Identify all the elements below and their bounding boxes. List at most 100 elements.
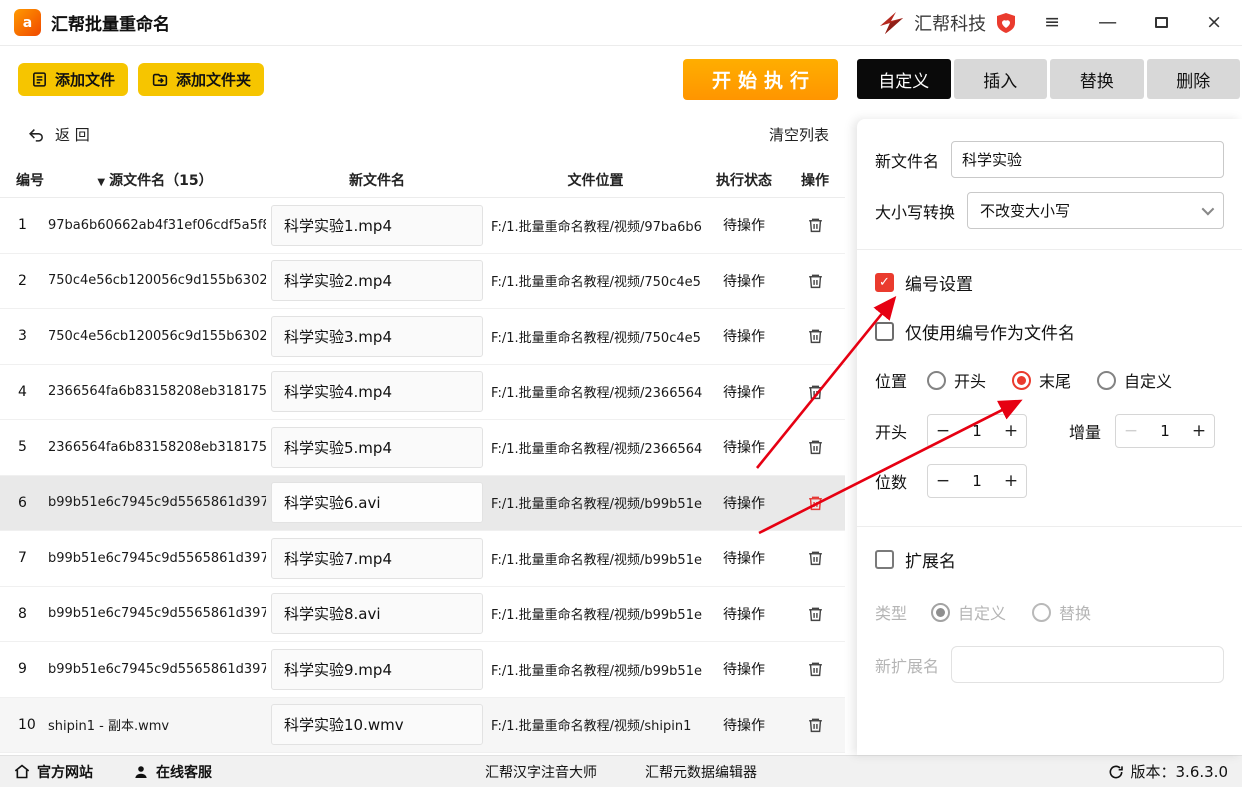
delete-row-button[interactable] (805, 715, 825, 735)
position-label: 位置 (875, 372, 908, 391)
file-location: F:/1.批量重命名教程/视频/2366564 (491, 441, 703, 457)
divider (857, 526, 1242, 527)
ext-type-option-custom[interactable]: 自定义 (931, 600, 1006, 624)
menu-icon[interactable]: ≡ (1044, 13, 1060, 32)
only-number-checkbox[interactable] (875, 322, 894, 341)
extension-checkbox[interactable] (875, 550, 894, 569)
file-location: F:/1.批量重命名教程/视频/b99b51e (491, 497, 702, 513)
increment-minus-button[interactable]: − (1116, 421, 1146, 441)
extension-label: 扩展名 (905, 552, 956, 572)
new-filename-input[interactable]: 科学实验7.mp4 (271, 537, 483, 579)
new-filename-input[interactable]: 科学实验3.mp4 (271, 315, 483, 357)
file-table-header: 编号 ▼ 源文件名（15） 新文件名 文件位置 执行状态 操作 (0, 162, 845, 198)
numbering-checkbox[interactable]: ✓ (875, 273, 894, 292)
table-row[interactable]: 9 b99b51e6c7945c9d5565861d397 科学实验9.mp4 … (0, 642, 845, 698)
table-row[interactable]: 10 shipin1 - 副本.wmv 科学实验10.wmv F:/1.批量重命… (0, 697, 845, 753)
delete-row-button[interactable] (805, 604, 825, 624)
table-row[interactable]: 5 2366564fa6b83158208eb318175 科学实验5.mp4 … (0, 420, 845, 476)
col-action: 操作 (801, 172, 829, 189)
start-plus-button[interactable]: + (996, 421, 1026, 441)
new-filename-input[interactable]: 科学实验8.avi (271, 593, 483, 635)
trash-icon (808, 607, 822, 621)
trash-icon (808, 662, 822, 677)
delete-row-button[interactable] (805, 271, 825, 291)
new-name-input[interactable] (951, 141, 1224, 178)
new-filename-input[interactable]: 科学实验10.wmv (271, 704, 483, 746)
trash-icon (808, 274, 822, 288)
table-row[interactable]: 1 97ba6b60662ab4f31ef06cdf5a5f8 科学实验1.mp… (0, 198, 845, 254)
back-arrow-icon (29, 128, 43, 142)
table-row[interactable]: 4 2366564fa6b83158208eb318175 科学实验4.mp4 … (0, 365, 845, 420)
file-location: F:/1.批量重命名教程/视频/b99b51e (491, 663, 702, 679)
trash-icon (808, 440, 822, 455)
position-option-custom[interactable]: 自定义 (1097, 368, 1172, 392)
table-row[interactable]: 8 b99b51e6c7945c9d5565861d397 科学实验8.avi … (0, 587, 845, 642)
online-service-link[interactable]: 在线客服 (133, 762, 212, 782)
delete-row-button[interactable] (805, 437, 825, 457)
row-number: 2 (18, 272, 27, 289)
add-file-button[interactable]: 添加文件 (18, 63, 129, 96)
digits-plus-button[interactable]: + (996, 471, 1026, 491)
delete-row-button[interactable] (805, 659, 825, 679)
new-filename-input[interactable]: 科学实验9.mp4 (271, 648, 483, 690)
tab-delete[interactable]: 删除 (1146, 59, 1240, 99)
rename-mode-tabs: 自定义 插入 替换 删除 (857, 59, 1240, 99)
start-minus-button[interactable]: − (928, 421, 958, 441)
sort-desc-icon: ▼ (97, 176, 106, 188)
delete-row-button[interactable] (805, 548, 825, 568)
brand-area: 汇帮科技 (876, 10, 1018, 36)
link-metadata-editor[interactable]: 汇帮元数据编辑器 (645, 762, 757, 782)
table-row[interactable]: 2 750c4e56cb120056c9d155b6302 科学实验2.mp4 … (0, 254, 845, 309)
official-site-link[interactable]: 官方网站 (14, 762, 93, 782)
position-option-end[interactable]: 末尾 (1012, 368, 1071, 392)
delete-row-button[interactable] (805, 215, 825, 235)
close-button[interactable]: × (1206, 13, 1222, 32)
row-number: 5 (18, 439, 27, 456)
row-number: 8 (18, 605, 27, 622)
back-label: 返 回 (55, 126, 90, 144)
app-title: 汇帮批量重命名 (51, 15, 170, 35)
start-number-stepper: − 1 + (927, 414, 1027, 448)
status-text: 待操作 (723, 662, 765, 679)
maximize-button[interactable] (1155, 13, 1169, 32)
position-option-start[interactable]: 开头 (927, 368, 986, 392)
table-row[interactable]: 7 b99b51e6c7945c9d5565861d397 科学实验7.mp4 … (0, 531, 845, 587)
tab-insert[interactable]: 插入 (953, 59, 1047, 99)
case-convert-select[interactable]: 不改变大小写 (967, 192, 1224, 229)
tab-custom[interactable]: 自定义 (857, 59, 951, 99)
start-execute-button[interactable]: 开始执行 (683, 59, 838, 100)
back-button[interactable]: 返 回 (28, 124, 90, 145)
table-row[interactable]: 6 b99b51e6c7945c9d5565861d397 科学实验6.avi … (0, 475, 845, 531)
ext-type-option-replace[interactable]: 替换 (1032, 600, 1091, 624)
new-filename-input[interactable]: 科学实验6.avi (271, 482, 483, 524)
new-ext-input[interactable] (951, 646, 1224, 683)
clear-list-button[interactable]: 清空列表 (769, 124, 829, 145)
chevron-down-icon (1201, 202, 1215, 216)
refresh-icon[interactable] (1108, 764, 1124, 780)
increment-plus-button[interactable]: + (1184, 421, 1214, 441)
trash-icon (808, 551, 822, 566)
new-filename-input[interactable]: 科学实验2.mp4 (271, 260, 483, 302)
delete-row-button[interactable] (805, 382, 825, 402)
add-folder-button[interactable]: 添加文件夹 (138, 63, 265, 96)
digits-minus-button[interactable]: − (928, 471, 958, 491)
delete-row-button[interactable] (805, 326, 825, 346)
window-controls: ≡ — × (1044, 13, 1222, 32)
new-filename-input[interactable]: 科学实验1.mp4 (271, 204, 483, 246)
custom-settings-panel: 新文件名 大小写转换 不改变大小写 ✓ 编号设置 仅使用编号作为文件名 位置 开… (857, 119, 1242, 755)
link-pinyin-master[interactable]: 汇帮汉字注音大师 (485, 762, 597, 782)
row-number: 1 (18, 217, 27, 234)
tab-replace[interactable]: 替换 (1050, 59, 1144, 99)
only-number-row: 仅使用编号作为文件名 (875, 319, 1224, 344)
col-source[interactable]: ▼ 源文件名（15） (44, 170, 266, 190)
delete-row-button[interactable] (805, 493, 825, 513)
status-text: 待操作 (723, 551, 765, 568)
table-row[interactable]: 3 750c4e56cb120056c9d155b6302 科学实验3.mp4 … (0, 309, 845, 365)
new-filename-input[interactable]: 科学实验4.mp4 (271, 371, 483, 413)
row-number: 9 (18, 661, 27, 678)
version-text: 版本：3.6.3.0 (1130, 763, 1228, 781)
statusbar-links: 汇帮汉字注音大师 汇帮元数据编辑器 (485, 762, 757, 782)
divider (857, 249, 1242, 250)
minimize-button[interactable]: — (1098, 13, 1117, 32)
new-filename-input[interactable]: 科学实验5.mp4 (271, 426, 483, 468)
